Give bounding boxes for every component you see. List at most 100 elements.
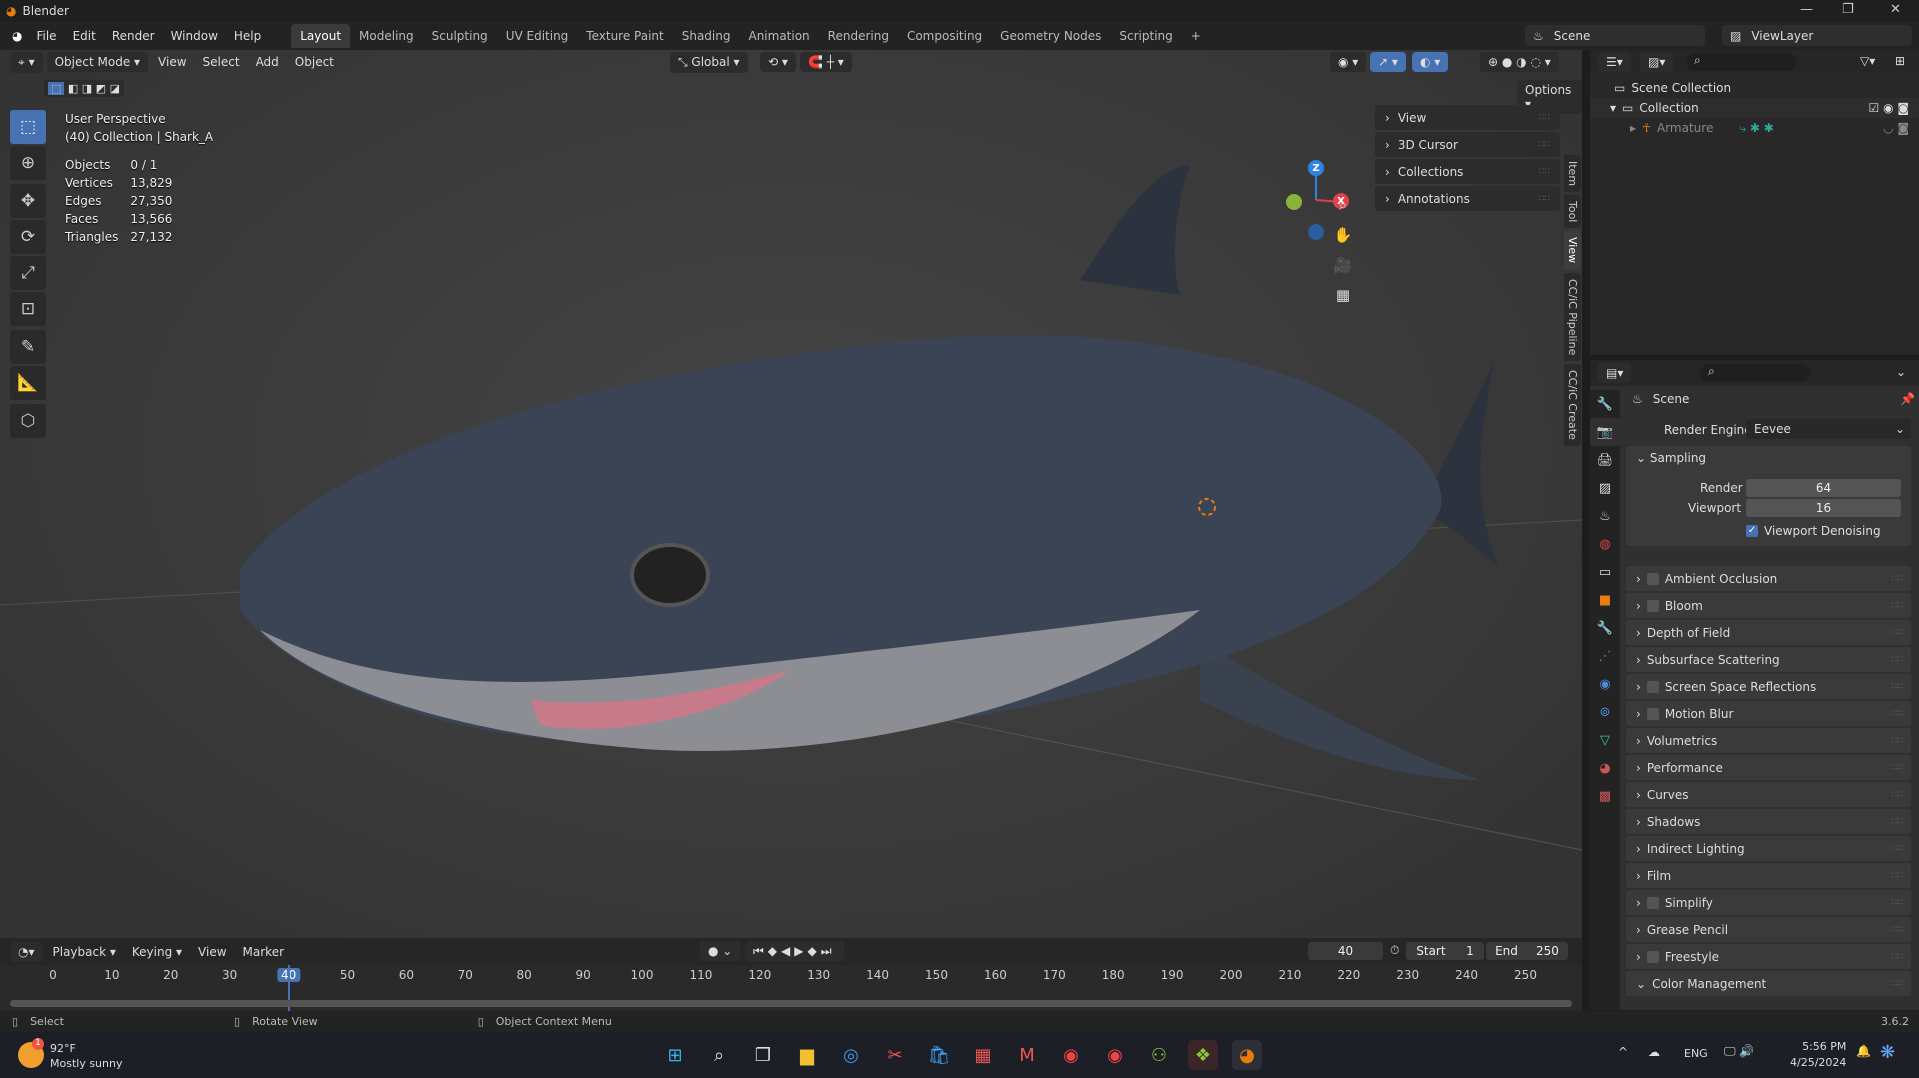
sampling-header[interactable]: ⌄ Sampling xyxy=(1626,446,1911,470)
snipping-tool-icon[interactable]: ✂ xyxy=(880,1040,910,1070)
particles-tab-icon[interactable]: ⋰ xyxy=(1590,642,1620,670)
gizmo-y-axis[interactable] xyxy=(1286,194,1302,210)
iclone-icon[interactable]: ❖ xyxy=(1188,1040,1218,1070)
drag-handle-icon[interactable]: ∷∷ xyxy=(1892,844,1903,854)
tab-geometry-nodes[interactable]: Geometry Nodes xyxy=(991,24,1110,48)
drag-handle-icon[interactable]: ∷∷ xyxy=(1892,601,1903,611)
viewport-denoising-checkbox[interactable]: ✓ Viewport Denoising xyxy=(1746,524,1881,538)
end-frame-field[interactable]: End 250 xyxy=(1486,942,1568,960)
drag-handle-icon[interactable]: ∷∷ xyxy=(1892,736,1903,746)
tab-uv-editing[interactable]: UV Editing xyxy=(497,24,578,48)
minimize-button[interactable]: — xyxy=(1800,2,1813,17)
tab-modeling[interactable]: Modeling xyxy=(350,24,423,48)
drag-handle-icon[interactable]: ∷∷ xyxy=(1892,628,1903,638)
tab-scripting[interactable]: Scripting xyxy=(1110,24,1181,48)
panel-performance[interactable]: › Performance ∷∷ xyxy=(1626,755,1911,780)
cursor-tool-icon[interactable]: ⊕ xyxy=(10,146,46,180)
tab-layout[interactable]: Layout xyxy=(291,24,351,48)
panel-simplify[interactable]: › Simplify ∷∷ xyxy=(1626,890,1911,915)
scene-selector[interactable]: ♨ Scene xyxy=(1525,25,1705,46)
menu-keying[interactable]: Keying ▾ xyxy=(126,942,188,962)
auto-keying-toggle[interactable]: ● ⌄ xyxy=(700,941,741,961)
add-cube-tool-icon[interactable]: ⬡ xyxy=(10,404,46,438)
render-engine-dropdown[interactable]: Eevee ⌄ xyxy=(1746,419,1911,439)
view-layer-tab-icon[interactable]: ▨ xyxy=(1590,474,1620,502)
current-frame-field[interactable]: 40 xyxy=(1308,942,1383,960)
tab-cc-create[interactable]: CC/iC Create xyxy=(1564,363,1581,446)
panel-shadows[interactable]: › Shadows ∷∷ xyxy=(1626,809,1911,834)
menu-view[interactable]: View xyxy=(152,52,192,72)
tab-animation[interactable]: Animation xyxy=(739,24,818,48)
file-explorer-icon[interactable]: ▆ xyxy=(792,1040,822,1070)
collection-tab-icon[interactable]: ▭ xyxy=(1590,558,1620,586)
panel-3d-cursor[interactable]: › 3D Cursor ∷∷ xyxy=(1375,132,1560,157)
orientation-dropdown[interactable]: ⤡ Global ▾ xyxy=(670,52,748,73)
move-tool-icon[interactable]: ✥ xyxy=(10,184,46,218)
menu-add[interactable]: Add xyxy=(250,52,285,72)
display-mode-icon[interactable]: ☰▾ xyxy=(1598,52,1631,72)
render-tab-icon[interactable]: 📷 xyxy=(1590,418,1620,446)
blender-taskbar-icon[interactable]: ◕ xyxy=(1232,1040,1262,1070)
drag-handle-icon[interactable]: ∷∷ xyxy=(1892,763,1903,773)
copilot-icon[interactable]: ❋ xyxy=(1880,1042,1895,1063)
physics-tab-icon[interactable]: ◉ xyxy=(1590,670,1620,698)
blender-menu-icon[interactable]: ◕ xyxy=(12,29,22,43)
outliner-item-collection[interactable]: ▾ ▭ Collection ☑ ◉ ◙ xyxy=(1590,98,1919,118)
shading-modes[interactable]: ⊕ ● ◑ ◌ ▾ xyxy=(1480,52,1559,72)
editor-type-icon[interactable]: ▤▾ xyxy=(1598,363,1632,383)
pin-icon[interactable]: 📌 xyxy=(1900,392,1915,406)
outliner-item-armature[interactable]: ▸ ☥ Armature ⤷ ✱ ✱ ◡ ◙ xyxy=(1590,118,1919,138)
menu-select[interactable]: Select xyxy=(197,52,246,72)
notification-bell-icon[interactable]: 🔔 xyxy=(1856,1044,1871,1058)
tab-tool[interactable]: Tool xyxy=(1564,195,1581,229)
panel-depth-of-field[interactable]: › Depth of Field ∷∷ xyxy=(1626,620,1911,645)
panel-enable-checkbox[interactable] xyxy=(1646,896,1659,909)
view-layer-filter-icon[interactable]: ▨▾ xyxy=(1640,52,1674,72)
tab-sculpting[interactable]: Sculpting xyxy=(423,24,497,48)
tab-shading[interactable]: Shading xyxy=(673,24,740,48)
panel-enable-checkbox[interactable] xyxy=(1646,950,1659,963)
visibility-dropdown[interactable]: ◉ ▾ xyxy=(1330,52,1367,72)
material-tab-icon[interactable]: ◕ xyxy=(1590,754,1620,782)
drag-handle-icon[interactable]: ∷∷ xyxy=(1892,871,1903,881)
drag-handle-icon[interactable]: ∷∷ xyxy=(1892,790,1903,800)
editor-type-icon[interactable]: ◔▾ xyxy=(10,941,43,962)
drag-handle-icon[interactable]: ∷∷ xyxy=(1892,709,1903,719)
scene-tab-icon[interactable]: ♨ xyxy=(1590,502,1620,530)
perspective-grid-icon[interactable]: ▦ xyxy=(1330,282,1356,308)
viewport-samples-field[interactable]: 16 xyxy=(1746,499,1901,517)
tab-cc-pipeline[interactable]: CC/iC Pipeline xyxy=(1564,272,1581,361)
mode-dropdown[interactable]: Object Mode ▾ xyxy=(46,52,149,72)
panel-subsurface-scattering[interactable]: › Subsurface Scattering ∷∷ xyxy=(1626,647,1911,672)
maximize-button[interactable]: ❐ xyxy=(1842,2,1854,17)
measure-tool-icon[interactable]: 📐 xyxy=(10,366,46,400)
menu-view[interactable]: View xyxy=(192,942,232,962)
constraints-tab-icon[interactable]: ⊚ xyxy=(1590,698,1620,726)
outliner-search-input[interactable]: ⌕ xyxy=(1686,53,1796,71)
gizmo-neg-z-axis[interactable] xyxy=(1308,224,1324,240)
overlay-toggle[interactable]: ◐ ▾ xyxy=(1412,52,1449,72)
output-tab-icon[interactable]: 🖨 xyxy=(1590,446,1620,474)
chrome-icon[interactable]: ◉ xyxy=(1056,1040,1086,1070)
snap-toggle[interactable]: 🧲 ┼ ▾ xyxy=(800,52,852,72)
language-indicator[interactable]: ENG xyxy=(1684,1047,1708,1060)
panel-enable-checkbox[interactable] xyxy=(1646,707,1659,720)
tool-tab-icon[interactable]: 🔧 xyxy=(1590,390,1620,418)
search-icon[interactable]: ⌕ xyxy=(704,1040,734,1070)
add-workspace-button[interactable]: + xyxy=(1182,24,1210,48)
panel-collections[interactable]: › Collections ∷∷ xyxy=(1375,159,1560,184)
menu-window[interactable]: Window xyxy=(163,29,226,43)
panel-volumetrics[interactable]: › Volumetrics ∷∷ xyxy=(1626,728,1911,753)
network-volume-icons[interactable]: 🖵 🔊 xyxy=(1724,1044,1754,1059)
panel-color-management[interactable]: ⌄ Color Management ∷∷ xyxy=(1626,971,1911,996)
tab-texture-paint[interactable]: Texture Paint xyxy=(577,24,672,48)
weather-widget[interactable]: 92°F Mostly sunny xyxy=(50,1041,122,1071)
gizmo-toggle[interactable]: ↗ ▾ xyxy=(1370,52,1406,72)
clock[interactable]: 5:56 PM 4/25/2024 xyxy=(1790,1039,1846,1071)
menu-file[interactable]: File xyxy=(28,29,64,43)
drag-handle-icon[interactable]: ∷∷ xyxy=(1892,952,1903,962)
drag-handle-icon[interactable]: ∷∷ xyxy=(1892,979,1903,989)
chrome-profile-icon[interactable]: ◉ xyxy=(1100,1040,1130,1070)
properties-search-input[interactable]: ⌕ xyxy=(1700,364,1810,382)
camera-icon[interactable]: 🎥 xyxy=(1330,252,1356,278)
